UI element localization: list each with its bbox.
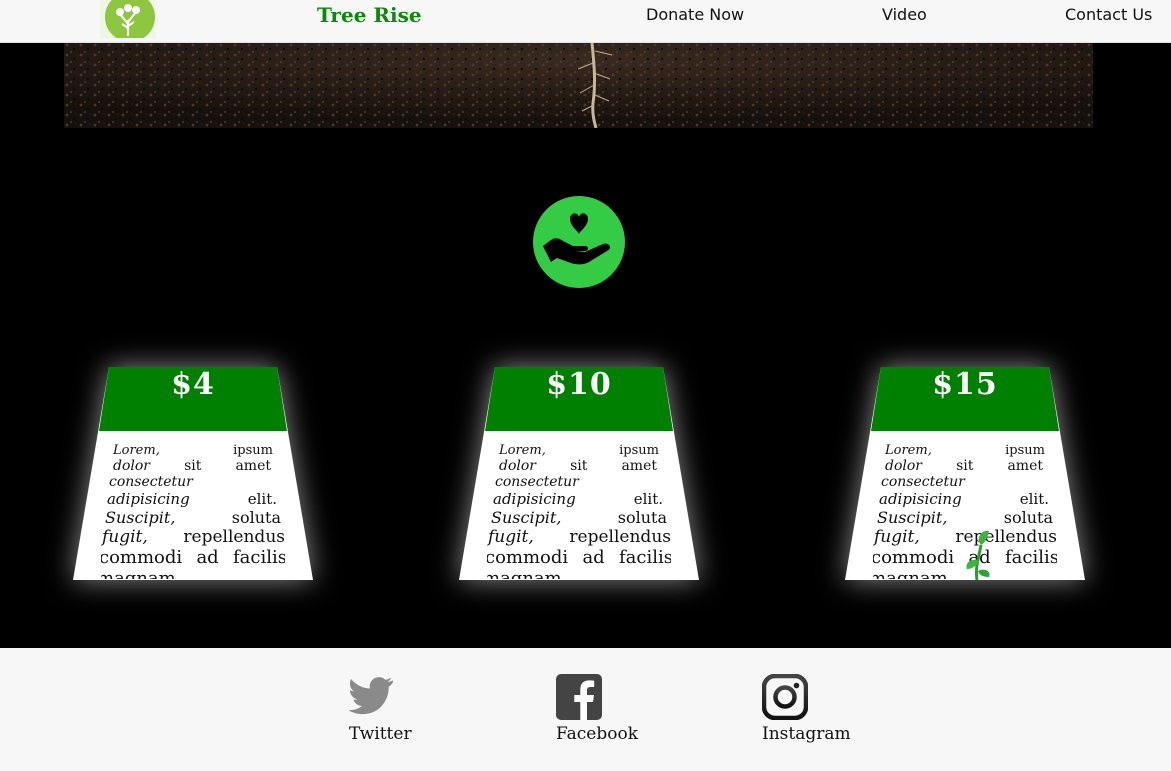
facebook-label: Facebook [556,724,639,744]
description-word: magnam [101,568,176,579]
description-line: fugit, repellendus [488,527,671,547]
description-word: amet [235,458,271,474]
instagram-link[interactable]: Instagram [762,674,851,744]
tree-logo-icon[interactable] [100,0,156,38]
price-card-description: Lorem, ipsum dolor sit amet consectetur adi… [101,443,285,579]
description-line: consectetur [109,474,277,490]
description-line: consectetur [881,474,1049,490]
description-word: facilis [619,547,671,568]
description-word: adipisicing [879,490,962,508]
description-word: ad [582,547,605,568]
description-line: adipisicing elit. [879,490,1049,508]
description-line: dolor sit amet [113,458,271,474]
nav-donate-now[interactable]: Donate Now [646,5,744,24]
description-line: Lorem, ipsum [885,443,1045,458]
footer: Twitter Facebook Instagram [0,648,1171,771]
description-word: fugit, [102,527,148,547]
description-line: Suscipit, soluta [877,508,1053,527]
description-line: commodi ad facilis [487,547,671,568]
description-word: fugit, [874,527,920,547]
description-word: dolor [499,458,536,474]
description-word: Lorem, [499,443,546,458]
description-word: dolor [113,458,150,474]
nav-video[interactable]: Video [882,5,927,24]
description-word: adipisicing [493,490,576,508]
description-line: Suscipit, soluta [105,508,281,527]
brand-title[interactable]: Tree Rise [317,3,422,27]
description-word: Lorem, [113,443,160,458]
description-line: Lorem, ipsum [113,443,273,458]
description-line: adipisicing elit. [493,490,663,508]
price-amount: $4 [171,367,215,402]
description-word: elit. [1019,490,1049,508]
description-word: commodi [487,547,569,568]
price-card-description: Lorem, ipsum dolor sit amet consectetur adi… [487,443,671,579]
description-word: amet [1007,458,1043,474]
description-word: commodi [101,547,183,568]
description-line: consectetur [495,474,663,490]
hero-soil-image [64,43,1093,128]
price-amount: $15 [932,367,998,402]
description-word: dolor [885,458,922,474]
description-word: elit. [247,490,277,508]
description-word: magnam [487,568,562,579]
description-line: magnam [101,568,285,579]
twitter-icon [349,677,393,715]
instagram-icon [762,674,808,720]
description-word: soluta [617,508,667,527]
description-word: Suscipit, [491,508,562,527]
hand-heart-icon[interactable] [533,196,625,288]
description-word: facilis [1005,547,1057,568]
instagram-label: Instagram [762,724,851,744]
price-card-10[interactable]: $10 Lorem, ipsum dolor sit amet consectetu… [459,367,699,580]
description-line: fugit, repellendus [102,527,285,547]
description-word: consectetur [881,474,965,490]
description-word: ipsum [619,443,659,458]
sprout-icon [966,530,990,580]
description-word: soluta [1003,508,1053,527]
description-word: Suscipit, [105,508,176,527]
description-line: adipisicing elit. [107,490,277,508]
description-word: repellendus [183,527,285,547]
description-line: dolor sit amet [885,458,1043,474]
description-word: consectetur [109,474,193,490]
twitter-label: Twitter [349,724,412,744]
twitter-link[interactable]: Twitter [349,674,412,744]
description-word: facilis [233,547,285,568]
description-line: commodi ad facilis [101,547,285,568]
facebook-link[interactable]: Facebook [556,674,638,744]
description-word: magnam [873,568,948,579]
description-line: magnam [487,568,671,579]
description-line: Suscipit, soluta [491,508,667,527]
description-word: Suscipit, [877,508,948,527]
description-word: amet [621,458,657,474]
price-amount: $10 [546,367,612,402]
soil-seedling-image [64,43,1093,128]
top-navbar: Tree Rise Donate Now Video Contact Us [0,0,1171,43]
description-word: fugit, [488,527,534,547]
description-word: consectetur [495,474,579,490]
description-line: dolor sit amet [499,458,657,474]
description-word: sit [570,458,588,474]
description-word: sit [184,458,202,474]
description-word: commodi [873,547,955,568]
facebook-icon [556,674,602,720]
description-word: Lorem, [885,443,932,458]
description-word: soluta [231,508,281,527]
price-card-4[interactable]: $4 Lorem, ipsum dolor sit amet consectetur… [73,367,313,580]
nav-contact-us[interactable]: Contact Us [1065,5,1152,24]
description-word: repellendus [569,527,671,547]
description-word: sit [956,458,974,474]
description-word: ad [196,547,219,568]
description-line: Lorem, ipsum [499,443,659,458]
description-word: adipisicing [107,490,190,508]
description-word: ipsum [1005,443,1045,458]
description-word: ipsum [233,443,273,458]
description-word: elit. [633,490,663,508]
